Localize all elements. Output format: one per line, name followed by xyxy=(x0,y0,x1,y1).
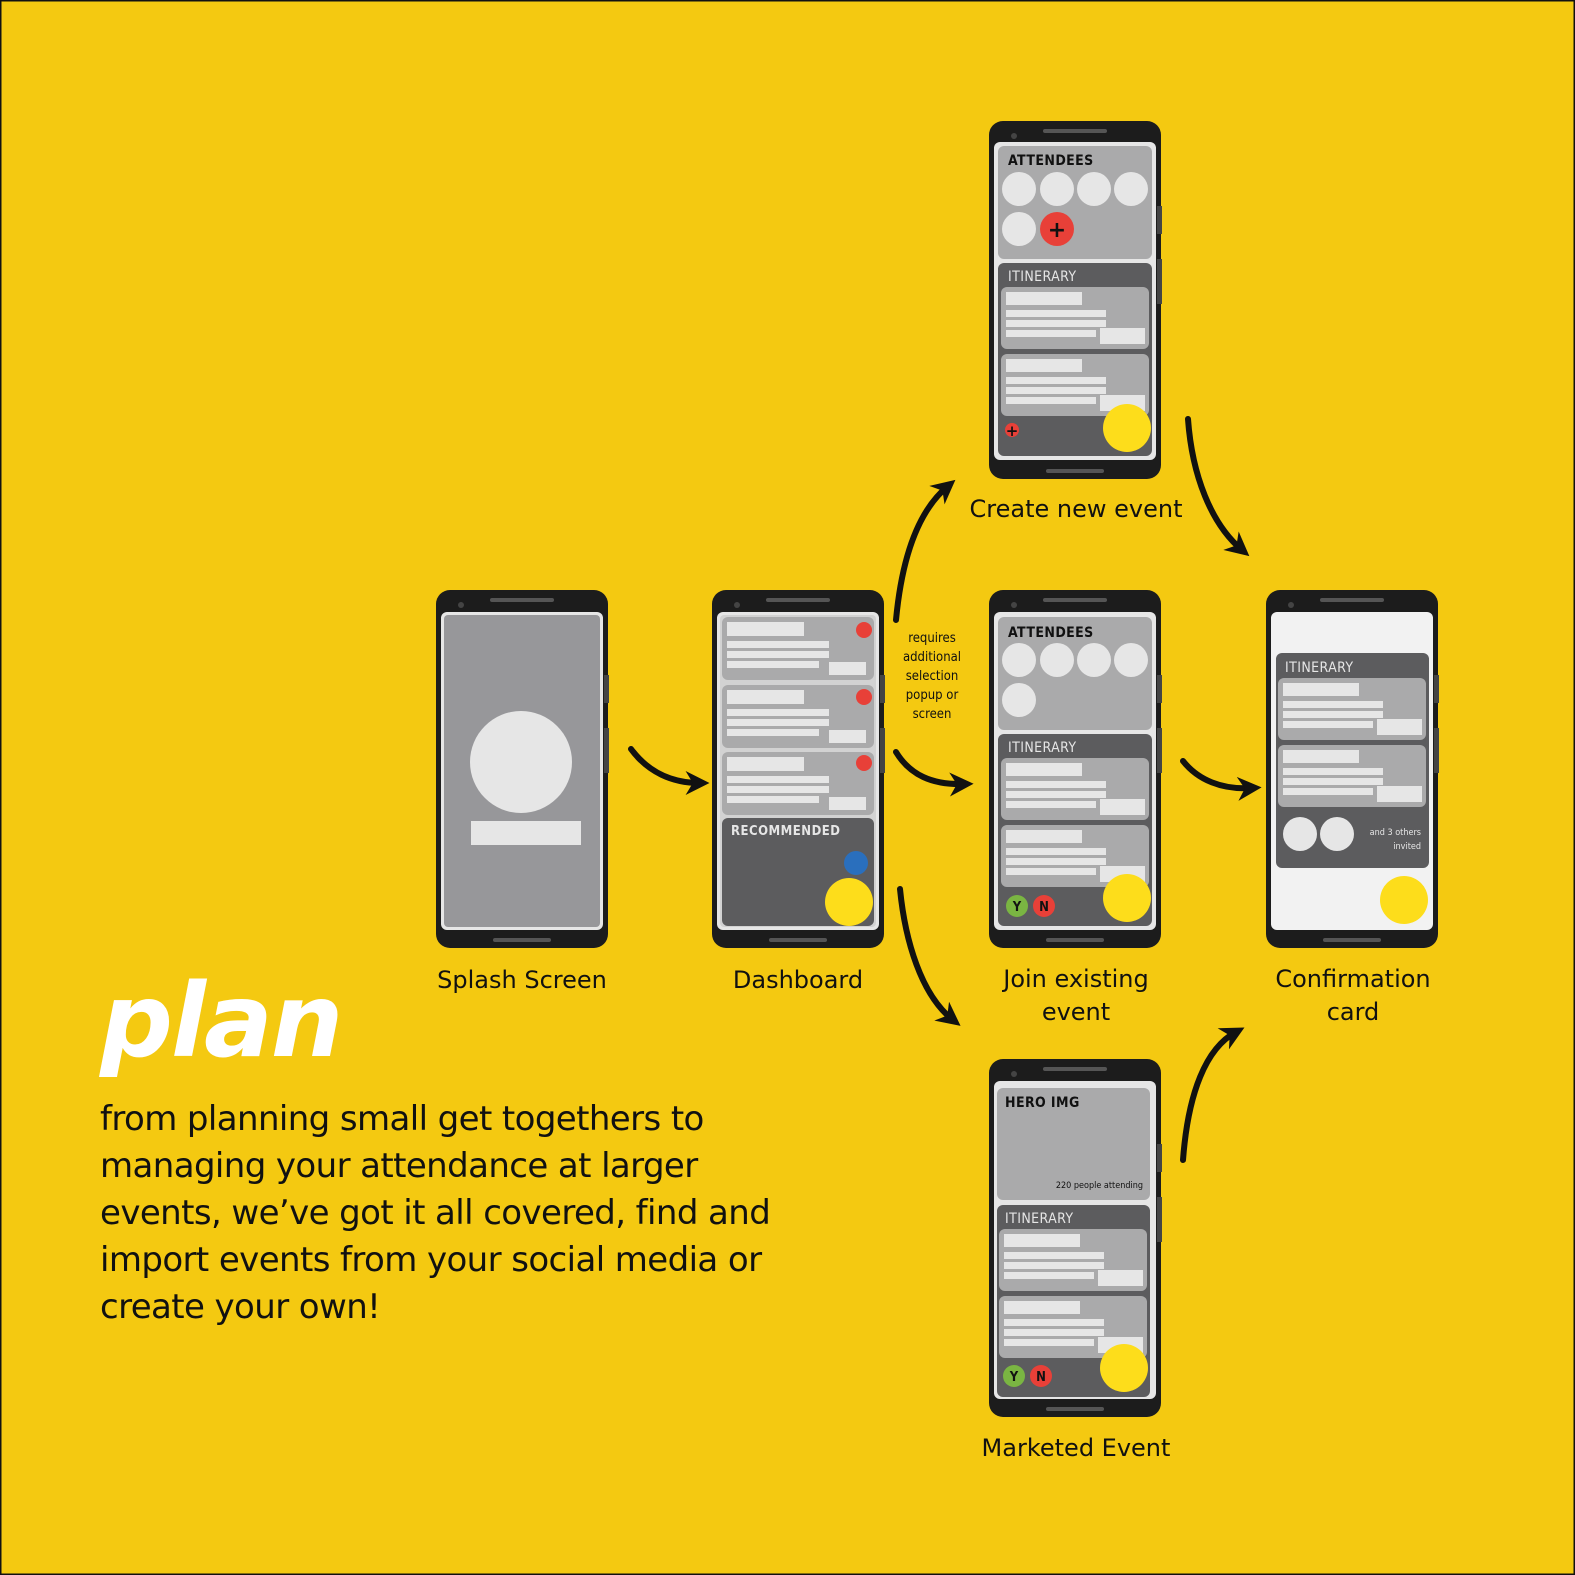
svg-text:Y: Y xyxy=(1009,1370,1019,1385)
marketed-yes-button[interactable]: Y xyxy=(1003,1365,1025,1387)
create-attendees-heading: ATTENDEES xyxy=(1008,153,1094,169)
dashboard-event-card[interactable] xyxy=(722,752,874,815)
invited-line2: invited xyxy=(1393,842,1421,852)
plan-description: from planning small get togethers to man… xyxy=(100,1099,771,1327)
add-attendee-button[interactable]: + xyxy=(1040,212,1074,246)
join-itinerary-heading: ITINERARY xyxy=(1008,740,1076,756)
svg-text:N: N xyxy=(1036,1370,1046,1385)
phone-splash xyxy=(436,590,609,948)
svg-text:additional: additional xyxy=(903,650,961,665)
flow-diagram: Splash Screen RECOMMENDED Dashboard ATTE… xyxy=(0,0,1575,1575)
splash-logo-circle xyxy=(470,711,572,813)
svg-text:N: N xyxy=(1039,900,1049,915)
confirm-itinerary-heading: ITINERARY xyxy=(1285,660,1353,676)
label-splash: Splash Screen xyxy=(437,966,607,994)
marketed-itinerary-heading: ITINERARY xyxy=(1005,1211,1073,1227)
hero-img-heading: HERO IMG xyxy=(1005,1095,1080,1111)
marketed-fab[interactable] xyxy=(1100,1344,1148,1392)
phone-join-event: ATTENDEES ITINERARY Y N xyxy=(989,590,1162,948)
confirm-fab[interactable] xyxy=(1380,876,1428,924)
marketed-no-button[interactable]: N xyxy=(1030,1365,1052,1387)
invited-line1: and 3 others xyxy=(1370,828,1421,838)
phone-confirmation: ITINERARY and 3 others invited xyxy=(1266,590,1439,948)
label-confirm-line1: Confirmation xyxy=(1275,965,1430,993)
join-yes-button[interactable]: Y xyxy=(1006,895,1028,917)
add-itinerary-button[interactable]: + xyxy=(1005,422,1019,440)
svg-text:screen: screen xyxy=(913,707,952,722)
plan-title: plan xyxy=(100,962,343,1081)
create-itinerary-heading: ITINERARY xyxy=(1008,269,1076,285)
svg-text:popup or: popup or xyxy=(906,688,959,703)
svg-text:selection: selection xyxy=(906,669,959,684)
label-confirm-line2: card xyxy=(1327,998,1380,1026)
label-join-line2: event xyxy=(1042,998,1110,1026)
dashboard-event-card[interactable] xyxy=(722,685,874,748)
svg-text:Y: Y xyxy=(1012,900,1022,915)
dashboard-fab[interactable] xyxy=(825,878,873,926)
phone-dashboard: RECOMMENDED xyxy=(712,590,885,948)
dashboard-event-card[interactable] xyxy=(722,617,874,680)
recommended-blue-dot xyxy=(844,851,868,875)
label-marketed: Marketed Event xyxy=(982,1434,1171,1462)
join-no-button[interactable]: N xyxy=(1033,895,1055,917)
phone-create-event: ATTENDEES + ITINERARY + xyxy=(989,121,1162,479)
svg-text:+: + xyxy=(1006,422,1019,440)
attending-count: 220 people attending xyxy=(1056,1181,1143,1191)
svg-text:requires: requires xyxy=(908,631,956,646)
splash-logo-bar xyxy=(471,821,581,845)
join-attendees-heading: ATTENDEES xyxy=(1008,625,1094,641)
label-dashboard: Dashboard xyxy=(733,966,863,994)
svg-text:+: + xyxy=(1048,218,1066,243)
join-fab[interactable] xyxy=(1103,874,1151,922)
label-join-line1: Join existing xyxy=(1001,965,1149,993)
create-fab[interactable] xyxy=(1103,404,1151,452)
label-create-event: Create new event xyxy=(970,495,1183,523)
recommended-heading: RECOMMENDED xyxy=(731,824,841,839)
phone-marketed-event: HERO IMG 220 people attending ITINERARY … xyxy=(989,1059,1162,1417)
